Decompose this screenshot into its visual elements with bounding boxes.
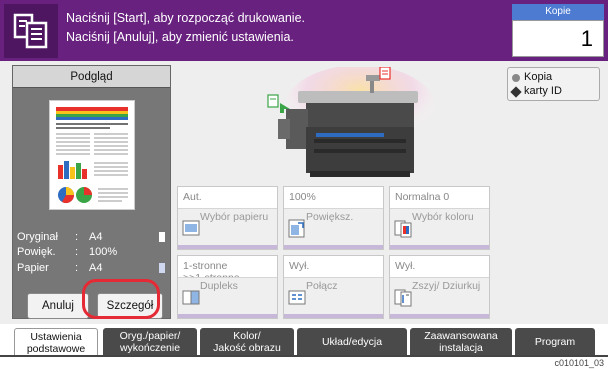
original-separator: : — [75, 231, 79, 243]
copies-label: Kopie — [512, 4, 604, 20]
zoom-label: Powięk. — [17, 246, 56, 258]
status-message-line1: Naciśnij [Start], aby rozpocząć drukowan… — [66, 11, 305, 25]
tile-staple-punch: Wył. Zszyj/ Dziurkuj — [389, 255, 490, 319]
color-select-value: Normalna 0 — [395, 191, 450, 203]
tab-basic-settings-line2: podstawowe — [26, 343, 86, 355]
status-message: Naciśnij [Start], aby rozpocząć drukowan… — [66, 9, 305, 47]
tile-paper-select: Aut. Wybór papieru — [177, 186, 278, 250]
zoom-icon — [288, 219, 305, 238]
duplex-label: Dupleks — [200, 280, 238, 292]
original-size-row: Oryginał : A4 — [17, 231, 167, 245]
tab-original-paper-finishing-line2: wykończenie — [119, 342, 181, 354]
settings-tabs: Ustawienia podstawowe Oryg./papier/ wyko… — [0, 324, 608, 357]
document-preview-thumbnail — [49, 100, 135, 210]
original-value: A4 — [89, 231, 103, 243]
message-bar: Naciśnij [Start], aby rozpocząć drukowan… — [0, 0, 608, 61]
color-select-icon — [394, 220, 412, 238]
document-copy-icon — [4, 4, 58, 58]
tab-original-paper-finishing[interactable]: Oryg./papier/ wykończenie — [103, 328, 197, 357]
staple-punch-label: Zszyj/ Dziurkuj — [412, 280, 481, 292]
paper-select-label: Wybór papieru — [200, 211, 269, 223]
paper-value: A4 — [89, 262, 103, 274]
highlight-callout — [82, 279, 160, 319]
paper-size-row: Papier : A4 — [17, 262, 167, 276]
tab-basic-settings[interactable]: Ustawienia podstawowe — [14, 328, 98, 357]
tab-advanced-setup[interactable]: Zaawansowana instalacja — [410, 328, 512, 357]
tile-color-select: Normalna 0 Wybór koloru — [389, 186, 490, 250]
tab-color-image-quality-line2: Jakość obrazu — [213, 342, 281, 354]
zoom-button[interactable]: Powiększ. — [284, 208, 383, 249]
paper-tray-icon — [159, 263, 165, 273]
tab-color-image-quality[interactable]: Kolor/ Jakość obrazu — [200, 328, 294, 357]
tab-color-image-quality-line1: Kolor/ — [233, 330, 261, 342]
zoom-row: Powięk. : 100% — [17, 246, 167, 260]
zoom-separator: : — [75, 246, 79, 258]
id-copy-label-line1: Kopia — [524, 71, 553, 83]
figure-code: c010101_03 — [554, 358, 604, 368]
combine-label: Połącz — [306, 280, 338, 292]
copies-field[interactable]: Kopie 1 — [512, 4, 604, 57]
paper-select-value: Aut. — [183, 191, 202, 203]
tabs-divider — [0, 355, 608, 357]
paper-label: Papier — [17, 262, 49, 274]
tile-combine: Wył. Połącz — [283, 255, 384, 319]
id-card-icon — [510, 86, 522, 98]
tab-advanced-setup-line1: Zaawansowana — [424, 330, 498, 342]
status-message-line2: Naciśnij [Anuluj], aby zmienić ustawieni… — [66, 30, 294, 44]
id-card-copy-button[interactable]: Kopia karty ID — [507, 67, 600, 101]
tab-layout-edit[interactable]: Układ/edycja — [297, 328, 407, 357]
tab-program-label: Program — [534, 336, 576, 348]
paper-select-icon — [182, 220, 200, 236]
tab-original-paper-finishing-line1: Oryg./papier/ — [119, 330, 181, 342]
id-copy-label-line2: karty ID — [524, 85, 562, 97]
tile-duplex: 1-stronne >>1-stronne Dupleks — [177, 255, 278, 319]
paper-select-button[interactable]: Wybór papieru — [178, 208, 277, 249]
zoom-tile-value: 100% — [289, 191, 316, 203]
zoom-tile-label: Powiększ. — [306, 211, 354, 223]
staple-punch-icon — [394, 289, 412, 307]
tile-zoom: 100% Powiększ. — [283, 186, 384, 250]
original-label: Oryginał — [17, 231, 58, 243]
tab-advanced-setup-line2: instalacja — [439, 342, 483, 354]
copies-value[interactable]: 1 — [512, 20, 604, 57]
color-select-button[interactable]: Wybór koloru — [390, 208, 489, 249]
paper-separator: : — [75, 262, 79, 274]
tab-layout-edit-label: Układ/edycja — [321, 336, 383, 348]
zoom-value: 100% — [89, 246, 118, 258]
combine-button[interactable]: Połącz — [284, 277, 383, 318]
staple-punch-value: Wył. — [395, 260, 416, 272]
tab-basic-settings-line1: Ustawienia — [30, 331, 82, 343]
duplex-button[interactable]: Dupleks — [178, 277, 277, 318]
preview-button[interactable]: Podgląd — [13, 66, 170, 88]
portrait-page-icon — [159, 232, 165, 242]
main-panel: Podgląd Oryginał: A4 Powięk.: 100% Pap… — [0, 61, 608, 324]
combine-value: Wył. — [289, 260, 310, 272]
duplex-icon — [182, 290, 200, 305]
cancel-button[interactable]: Anuluj — [27, 293, 89, 319]
tab-program[interactable]: Program — [515, 328, 595, 357]
combine-icon — [288, 290, 306, 305]
color-select-label: Wybór koloru — [412, 211, 474, 223]
radio-icon — [512, 74, 520, 82]
duplex-value-line1: 1-stronne — [183, 260, 228, 272]
printer-illustration — [250, 65, 460, 184]
staple-punch-button[interactable]: Zszyj/ Dziurkuj — [390, 277, 489, 318]
